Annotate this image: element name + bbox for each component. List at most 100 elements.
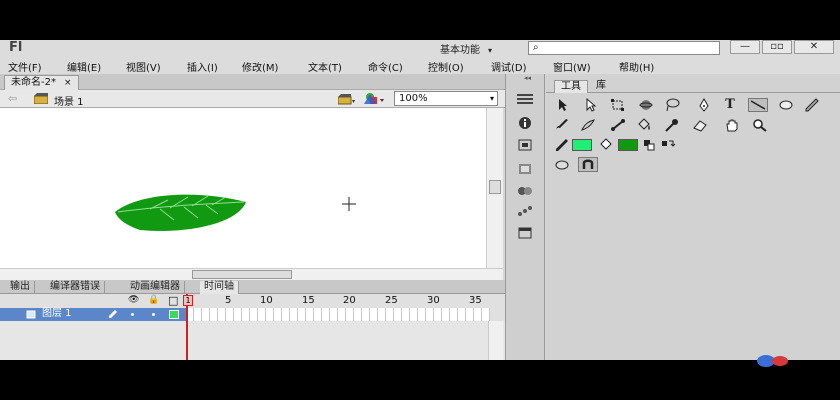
stroke-color-icon	[554, 138, 570, 152]
timeline-scrollbar[interactable]	[488, 321, 503, 360]
tray-logo-icon	[757, 355, 788, 367]
frame-tick: 25	[385, 295, 398, 306]
components-icon[interactable]	[515, 184, 535, 198]
timeline-layer-row[interactable]: 图层 1	[0, 308, 505, 321]
deco-tool-icon[interactable]	[580, 118, 596, 132]
edit-symbols-icon[interactable]	[364, 92, 386, 106]
pen-tool-icon[interactable]	[696, 97, 712, 112]
selection-tool-icon[interactable]	[554, 98, 570, 112]
line-tool-icon[interactable]	[748, 98, 768, 112]
menu-control[interactable]: 控制(O)	[428, 59, 464, 74]
frame-tick: 20	[343, 295, 356, 306]
brush-tool-icon[interactable]	[554, 118, 570, 132]
layer-icon	[26, 309, 36, 319]
outline-icon[interactable]: □	[168, 294, 178, 307]
search-icon: ⌕	[533, 42, 539, 53]
playhead-marker[interactable]: 1	[183, 295, 193, 306]
back-arrow-icon[interactable]: ⇦	[8, 92, 17, 105]
frame-tick: 10	[260, 295, 273, 306]
menu-view[interactable]: 视图(V)	[126, 59, 161, 74]
frame-tick: 30	[427, 295, 440, 306]
scene-icon	[33, 93, 49, 105]
menu-edit[interactable]: 编辑(E)	[67, 59, 101, 74]
workspace-label: 基本功能	[440, 45, 480, 56]
frame-cells[interactable]	[186, 308, 490, 321]
zoom-select[interactable]: 100% ▾	[394, 91, 498, 106]
lock-icon[interactable]: 🔒	[148, 295, 159, 305]
chevron-down-icon: ▾	[489, 94, 494, 103]
document-tab[interactable]: 未命名-2* ×	[4, 75, 79, 90]
restore-button[interactable]: ▫▫	[762, 40, 792, 54]
info-icon[interactable]	[515, 116, 535, 130]
stage-horizontal-scrollbar[interactable]	[0, 268, 503, 280]
close-button[interactable]: ✕	[794, 40, 834, 54]
color-icon[interactable]	[515, 162, 535, 176]
bottom-panel-tabs: 输出 编译器错误 动画编辑器 时间轴	[0, 280, 505, 294]
menu-modify[interactable]: 修改(M)	[242, 59, 278, 74]
frame-tick: 5	[225, 295, 232, 306]
scrollbar-thumb[interactable]	[192, 270, 292, 279]
pencil-icon	[108, 309, 118, 319]
tab-library[interactable]: 库	[590, 80, 612, 93]
workspace-switcher[interactable]: 基本功能 ▾	[440, 41, 492, 56]
menu-commands[interactable]: 命令(C)	[368, 59, 403, 74]
eyedropper-tool-icon[interactable]	[664, 118, 680, 132]
tab-timeline[interactable]: 时间轴	[200, 281, 239, 294]
tab-tools[interactable]: 工具	[554, 80, 588, 93]
edit-scene-icon[interactable]	[337, 93, 356, 105]
tab-compiler-errors[interactable]: 编译器错误	[46, 281, 105, 294]
minimize-button[interactable]: —	[730, 40, 760, 54]
tools-panel: 工具 库 T	[546, 74, 840, 360]
library-icon[interactable]	[515, 226, 535, 240]
stroke-color-swatch[interactable]	[572, 139, 592, 151]
stage-vertical-scrollbar[interactable]	[486, 108, 503, 268]
outline-color-swatch[interactable]	[169, 310, 179, 319]
3d-rotation-tool-icon[interactable]	[638, 98, 654, 112]
zoom-value: 100%	[399, 93, 428, 104]
bone-tool-icon[interactable]	[610, 118, 626, 132]
leaf-shape[interactable]	[0, 108, 486, 268]
fill-color-swatch[interactable]	[618, 139, 638, 151]
properties-icon[interactable]	[515, 92, 535, 106]
pencil-tool-icon[interactable]	[804, 98, 820, 112]
snap-to-objects-icon[interactable]	[578, 157, 598, 172]
menu-file[interactable]: 文件(F)	[8, 59, 42, 74]
dock-strip: ◂◂	[505, 74, 545, 360]
title-bar: Fl 基本功能 ▾ ⌕ — ▫▫ ✕	[0, 40, 840, 57]
stage-canvas[interactable]	[0, 108, 486, 268]
menu-debug[interactable]: 调试(D)	[491, 59, 527, 74]
scrollbar-thumb[interactable]	[489, 180, 501, 194]
menu-window[interactable]: 窗口(W)	[553, 59, 591, 74]
text-tool-icon[interactable]: T	[722, 98, 738, 112]
default-colors-icon[interactable]	[642, 138, 658, 152]
flash-app-window: Fl 基本功能 ▾ ⌕ — ▫▫ ✕ 文件(F) 编辑(E) 视图(V) 插入(I…	[0, 40, 840, 360]
menu-insert[interactable]: 插入(I)	[187, 59, 218, 74]
swap-colors-icon[interactable]	[660, 138, 676, 152]
oval-tool-icon[interactable]	[778, 98, 794, 112]
layer-name[interactable]: 图层 1	[42, 308, 72, 320]
menu-bar: 文件(F) 编辑(E) 视图(V) 插入(I) 修改(M) 文本(T) 命令(C…	[0, 57, 840, 74]
free-transform-tool-icon[interactable]	[610, 98, 626, 112]
motion-presets-icon[interactable]	[515, 204, 535, 218]
fill-color-icon	[598, 138, 614, 152]
menu-text[interactable]: 文本(T)	[308, 59, 342, 74]
tab-output[interactable]: 输出	[6, 281, 35, 294]
menu-help[interactable]: 帮助(H)	[619, 59, 654, 74]
close-icon[interactable]: ×	[64, 78, 72, 88]
eye-icon[interactable]: 👁	[128, 295, 139, 305]
tools-panel-tabs: 工具 库	[546, 80, 840, 93]
paint-bucket-tool-icon[interactable]	[636, 118, 652, 132]
zoom-tool-icon[interactable]	[752, 118, 768, 132]
lasso-tool-icon[interactable]	[664, 98, 680, 112]
search-input[interactable]: ⌕	[528, 41, 720, 55]
subselection-tool-icon[interactable]	[582, 97, 598, 112]
collapse-icon[interactable]: ◂◂	[524, 74, 531, 82]
lock-dot[interactable]	[152, 313, 155, 316]
hand-tool-icon[interactable]	[724, 118, 740, 132]
eraser-tool-icon[interactable]	[692, 118, 708, 132]
visibility-dot[interactable]	[131, 313, 134, 316]
object-drawing-icon[interactable]	[554, 158, 570, 172]
layer-item[interactable]: 图层 1	[0, 308, 186, 321]
tab-motion-editor[interactable]: 动画编辑器	[126, 281, 185, 294]
align-icon[interactable]	[515, 138, 535, 152]
